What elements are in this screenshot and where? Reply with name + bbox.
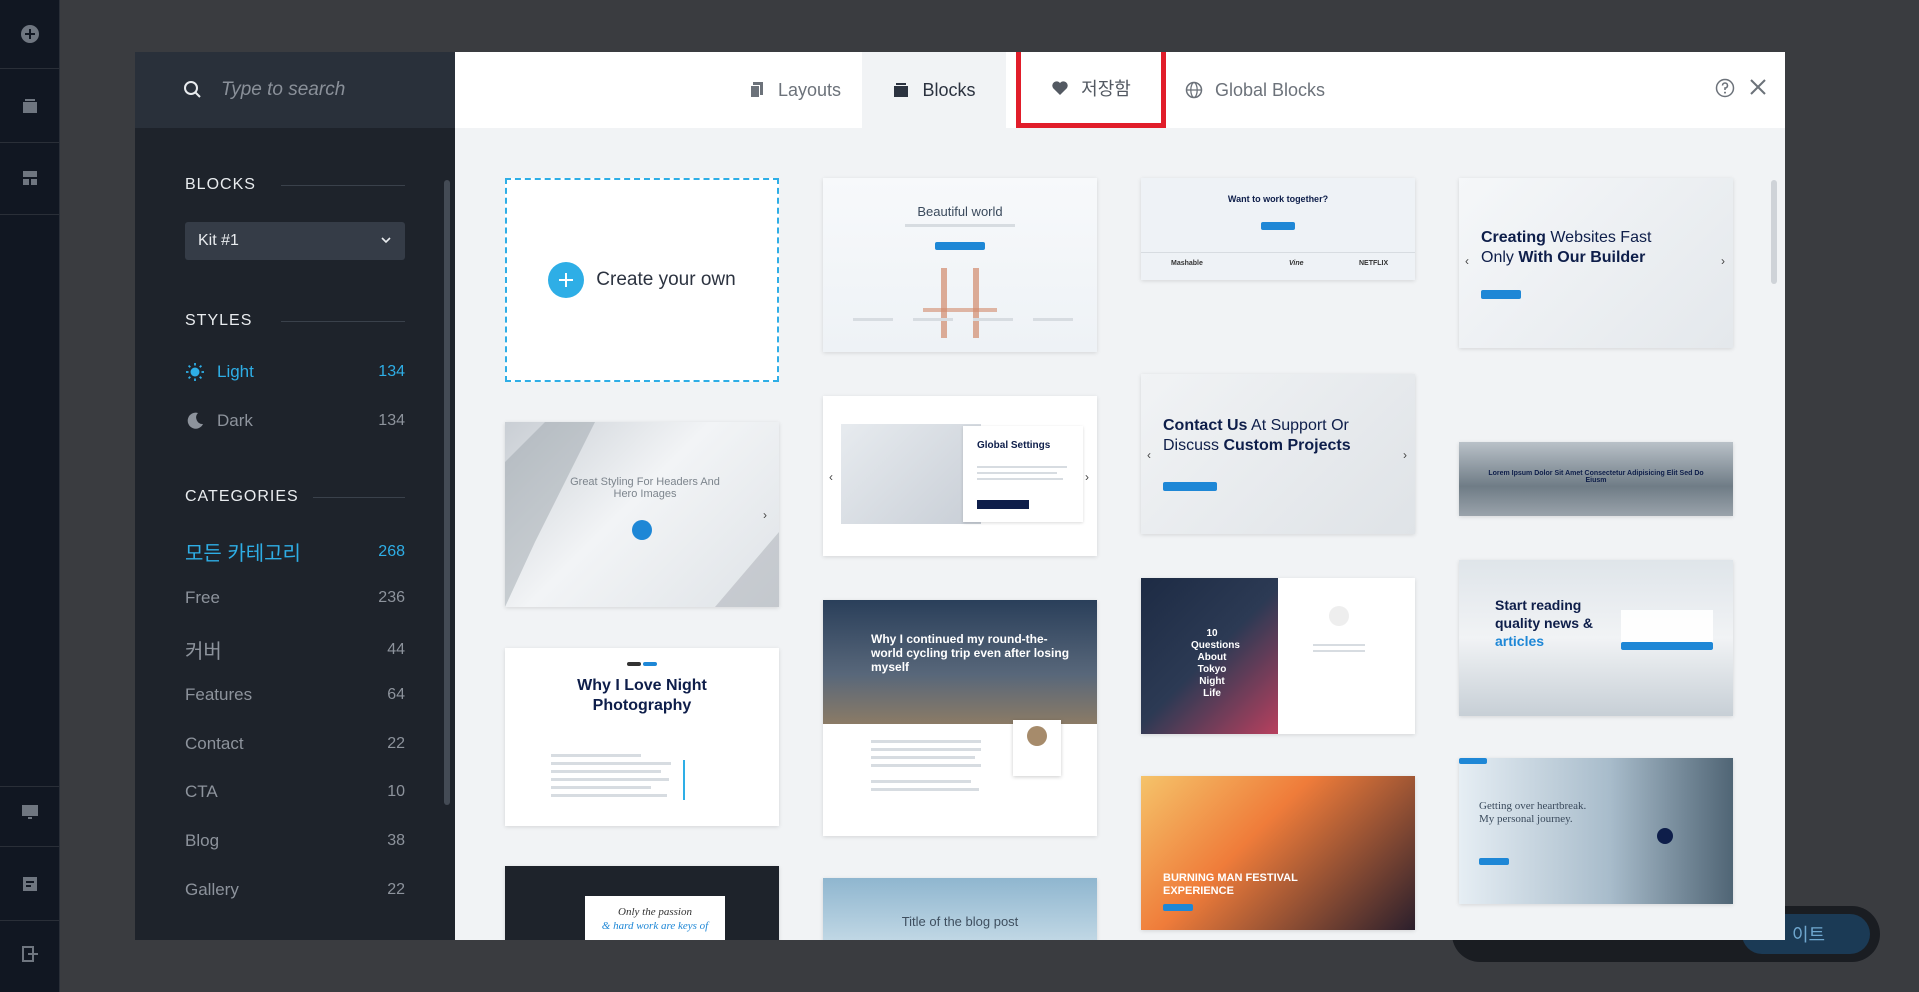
sun-icon	[186, 363, 204, 381]
app-rail	[0, 0, 60, 992]
block-thumbnail[interactable]: Want to work together? Mashable Vine NET…	[1141, 178, 1415, 280]
pages-icon[interactable]	[14, 90, 46, 122]
block-thumbnail[interactable]: Title of the blog post	[823, 878, 1097, 940]
category-free[interactable]: Free 236	[185, 588, 405, 608]
category-gallery[interactable]: Gallery 22	[185, 880, 405, 900]
search-icon	[184, 81, 201, 98]
category-cover[interactable]: 커버 44	[185, 635, 405, 664]
block-thumbnail[interactable]: Why I Love Night Photography	[505, 648, 779, 826]
create-your-own-button[interactable]: Create your own	[505, 178, 779, 382]
moon-icon	[187, 412, 203, 429]
layouts-icon	[749, 82, 763, 98]
kit-select[interactable]: Kit #1	[185, 222, 405, 260]
block-thumbnail[interactable]: Start reading quality news & articles	[1459, 560, 1733, 716]
search-input[interactable]: Type to search	[221, 79, 345, 101]
chevron-down-icon	[381, 237, 391, 244]
plus-icon	[548, 262, 585, 298]
block-thumbnail[interactable]: Global Settings ‹ ›	[823, 396, 1097, 556]
tab-bar: Layouts Blocks 저장함 Global Blocks	[455, 52, 1785, 128]
blocks-section-title: BLOCKS	[185, 176, 405, 194]
category-features[interactable]: Features 64	[185, 685, 405, 705]
help-icon[interactable]	[1715, 78, 1735, 98]
style-dark[interactable]: Dark 134	[185, 411, 405, 431]
add-icon[interactable]	[14, 18, 46, 50]
tab-layouts[interactable]: Layouts	[727, 52, 862, 128]
block-thumbnail[interactable]: Getting over heartbreak. My personal jou…	[1459, 758, 1733, 904]
block-thumbnail[interactable]: Lorem Ipsum Dolor Sit Amet Consectetur A…	[1459, 442, 1733, 516]
sidebar-scrollbar[interactable]	[443, 128, 451, 940]
blocks-icon	[894, 83, 909, 97]
category-blog[interactable]: Blog 38	[185, 831, 405, 851]
blocks-grid: Create your own Great Styling For Header…	[455, 128, 1785, 940]
style-light[interactable]: Light 134	[185, 362, 405, 382]
notes-icon[interactable]	[14, 868, 46, 900]
block-thumbnail[interactable]: BURNING MAN FESTIVAL EXPERIENCE	[1141, 776, 1415, 930]
block-thumbnail[interactable]: 10 Questions About Tokyo Night Life	[1141, 578, 1415, 734]
block-thumbnail[interactable]: Creating Websites Fast Only With Our Bui…	[1459, 178, 1733, 348]
bridge-image	[923, 268, 997, 338]
category-cta[interactable]: CTA 10	[185, 782, 405, 802]
block-thumbnail[interactable]: Contact Us At Support Or Discuss Custom …	[1141, 374, 1415, 534]
search-box[interactable]: Type to search	[135, 52, 455, 128]
exit-icon[interactable]	[14, 938, 46, 970]
heart-icon	[1052, 80, 1068, 95]
tab-saved[interactable]: 저장함	[1016, 52, 1166, 128]
layout-icon[interactable]	[14, 162, 46, 194]
block-thumbnail[interactable]: Why I continued my round-the-world cycli…	[823, 600, 1097, 836]
skyscraper-image	[505, 422, 779, 607]
block-thumbnail[interactable]: Great Styling For Headers And Hero Image…	[505, 422, 779, 607]
block-thumbnail[interactable]: Beautiful world	[823, 178, 1097, 352]
globe-icon	[1185, 81, 1203, 99]
category-contact[interactable]: Contact 22	[185, 734, 405, 754]
categories-section-title: CATEGORIES	[185, 488, 405, 506]
desktop-preview-icon[interactable]	[14, 796, 46, 828]
category-all[interactable]: 모든 카테고리 268	[185, 537, 405, 566]
close-icon[interactable]	[1747, 76, 1769, 98]
sidebar: Type to search BLOCKS Kit #1 STYLES Ligh…	[135, 52, 455, 940]
block-thumbnail[interactable]: Only the passion & hard work are keys of	[505, 866, 779, 940]
tab-blocks[interactable]: Blocks	[862, 52, 1006, 128]
tab-global-blocks[interactable]: Global Blocks	[1175, 52, 1335, 128]
grid-scrollbar[interactable]	[1771, 180, 1777, 284]
block-library-modal: Type to search BLOCKS Kit #1 STYLES Ligh…	[135, 52, 1785, 940]
styles-section-title: STYLES	[185, 312, 405, 330]
